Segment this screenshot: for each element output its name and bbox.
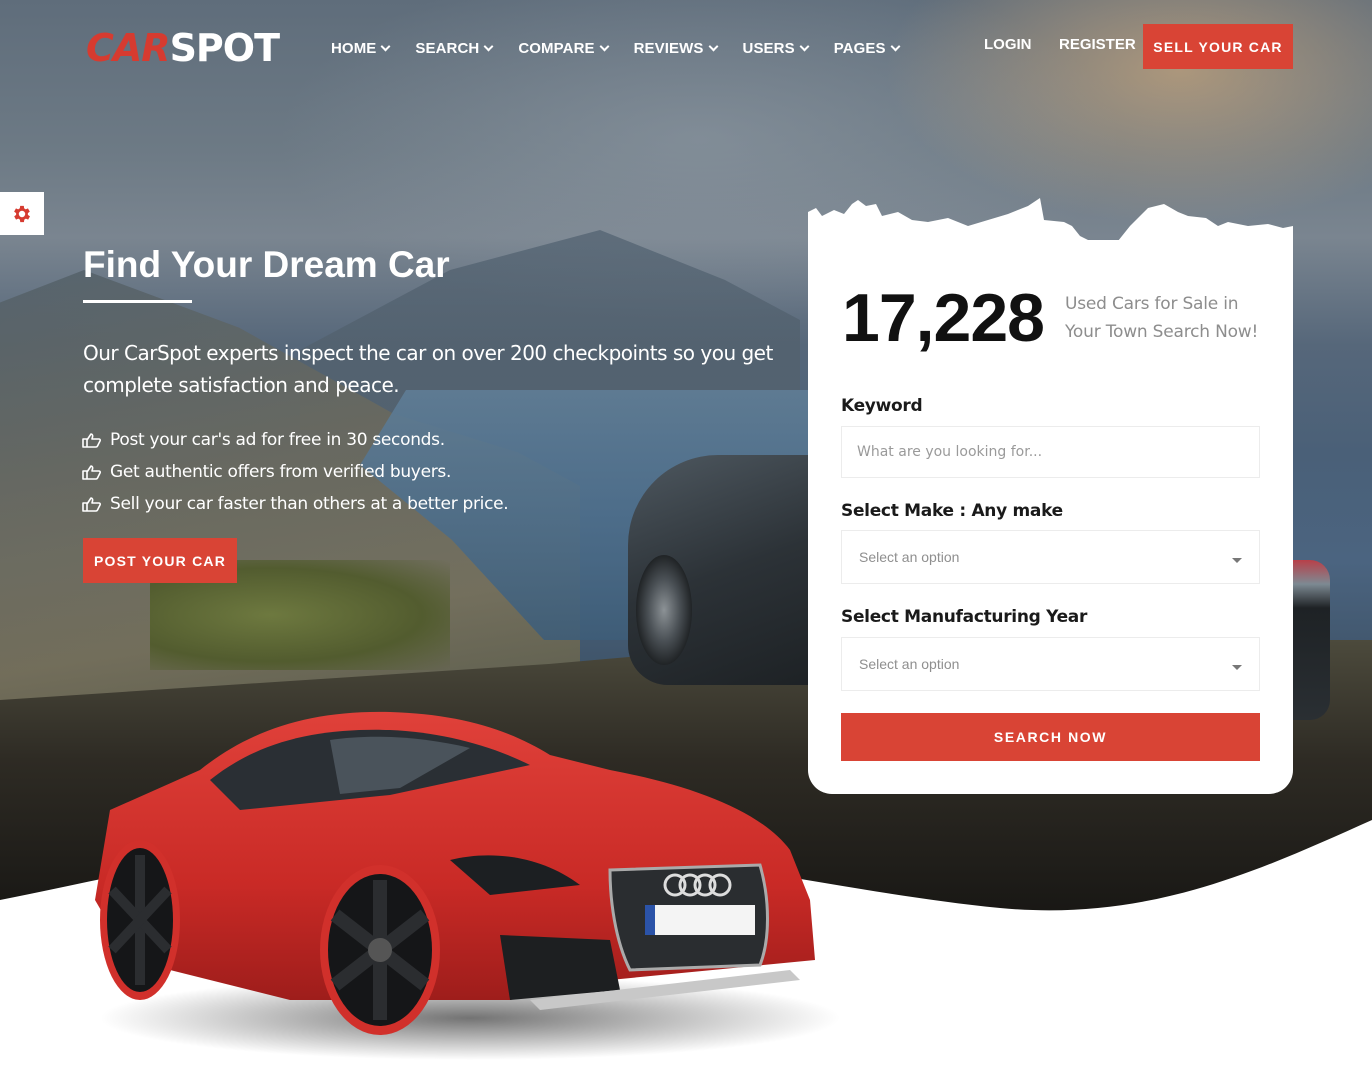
year-select-value: Select an option	[859, 656, 960, 672]
feature-item: Get authentic offers from verified buyer…	[82, 456, 508, 488]
title-underline	[83, 300, 192, 303]
thumbs-up-icon	[82, 464, 102, 480]
thumbs-up-icon	[82, 432, 102, 448]
feature-text: Post your car's ad for free in 30 second…	[110, 430, 445, 450]
chevron-down-icon	[483, 41, 494, 51]
feature-text: Get authentic offers from verified buyer…	[110, 462, 452, 482]
listing-count: 17,228	[842, 280, 1045, 356]
keyword-input[interactable]	[841, 426, 1260, 478]
dropdown-arrow-icon	[1232, 558, 1242, 563]
nav-item-label: COMPARE	[518, 39, 595, 57]
dropdown-arrow-icon	[1232, 665, 1242, 670]
dark-car-wheel	[636, 555, 692, 665]
make-select[interactable]: Select an option	[841, 530, 1260, 584]
hero-title: Find Your Dream Car	[83, 244, 450, 285]
make-select-value: Select an option	[859, 549, 960, 565]
nav-item-search[interactable]: SEARCH	[415, 37, 494, 59]
feature-list: Post your car's ad for free in 30 second…	[82, 424, 509, 520]
gear-icon	[14, 205, 30, 222]
nav-item-label: USERS	[742, 39, 795, 57]
feature-text: Sell your car faster than others at a be…	[110, 494, 509, 514]
login-link[interactable]: LOGIN	[984, 36, 1032, 53]
post-your-car-button[interactable]: POST YOUR CAR	[83, 538, 237, 583]
nav-item-label: HOME	[331, 39, 377, 57]
nav-item-reviews[interactable]: REVIEWS	[633, 37, 718, 59]
nav-item-label: PAGES	[833, 39, 886, 57]
register-link[interactable]: REGISTER	[1059, 36, 1136, 53]
make-label: Select Make : Any make	[841, 501, 1063, 521]
feature-item: Post your car's ad for free in 30 second…	[82, 424, 508, 456]
nav-item-label: SEARCH	[415, 39, 480, 57]
logo-spot-text: SPOT	[169, 26, 280, 70]
carspot-logo[interactable]: CARSPOT	[86, 26, 280, 70]
nav-item-users[interactable]: USERS	[742, 37, 810, 59]
hero-description: Our CarSpot experts inspect the car on o…	[83, 341, 773, 397]
year-label: Select Manufacturing Year	[841, 607, 1088, 627]
dark-car-rear-image	[1290, 560, 1330, 720]
sell-your-car-button[interactable]: SELL YOUR CAR	[1143, 24, 1293, 69]
nav-item-compare[interactable]: COMPARE	[518, 37, 610, 59]
keyword-label: Keyword	[841, 396, 923, 416]
chevron-down-icon	[599, 41, 610, 51]
feature-item: Sell your car faster than others at a be…	[82, 488, 509, 520]
listing-count-caption: Used Cars for Sale in Your Town Search N…	[1065, 294, 1259, 342]
chevron-down-icon	[890, 41, 901, 51]
year-select[interactable]: Select an option	[841, 637, 1260, 691]
chevron-down-icon	[708, 41, 718, 51]
chevron-down-icon	[799, 41, 810, 51]
thumbs-up-icon	[82, 496, 102, 512]
search-now-button[interactable]: SEARCH NOW	[841, 713, 1260, 761]
nav-item-label: REVIEWS	[633, 39, 704, 57]
nav-item-home[interactable]: HOME	[331, 37, 391, 59]
logo-car-text: CAR	[86, 26, 171, 70]
red-car-image	[95, 711, 840, 1060]
settings-toggle-button[interactable]	[0, 192, 44, 235]
main-nav: HOME SEARCH COMPARE REVIEWS USERS PAGES	[331, 37, 925, 59]
chevron-down-icon	[380, 41, 391, 51]
nav-item-pages[interactable]: PAGES	[833, 37, 901, 59]
